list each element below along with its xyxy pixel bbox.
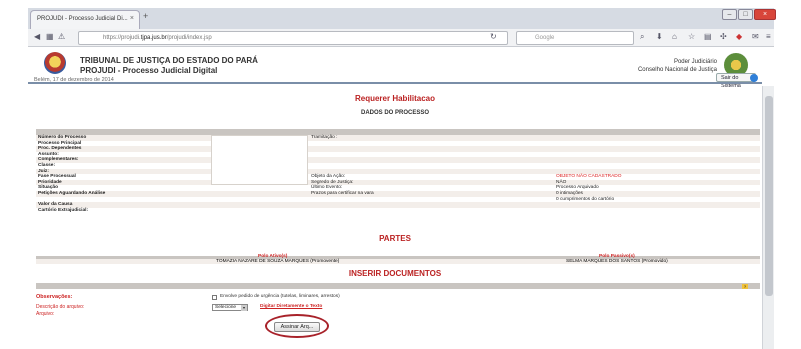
url-prefix: https://projudi. — [103, 35, 141, 41]
row-label: Complementares: — [38, 157, 79, 163]
minimize-button[interactable]: – — [722, 9, 737, 20]
search-input[interactable]: Google — [516, 31, 634, 45]
system-name: PROJUDI - Processo Judicial Digital — [80, 66, 218, 75]
search-icon[interactable]: ⌕ — [640, 32, 644, 42]
urgencia-checkbox[interactable] — [212, 295, 217, 300]
polo-passivo-name: SELMA MARQUES DOS SANTOS (Promovido) — [566, 259, 668, 264]
lock-icon[interactable]: ⚠ — [58, 32, 65, 41]
select-value: Selecione — [215, 305, 237, 310]
table-row: Cartório Extrajudicial: — [36, 208, 760, 214]
menu-icon[interactable]: ≡ — [766, 32, 771, 41]
assinar-arquivo-button[interactable]: Assinar Arq... — [274, 322, 320, 332]
row-label: Processo Principal — [38, 140, 82, 146]
new-tab-button[interactable]: + — [143, 11, 148, 21]
identity-icon[interactable]: ▦ — [46, 32, 54, 41]
browser-tab[interactable]: PROJUDI - Processo Judicial Di... × — [30, 10, 140, 29]
process-info-box — [211, 135, 308, 185]
row-label: Número do Processo — [38, 135, 87, 140]
chevron-down-icon: ▾ — [241, 305, 247, 311]
row-value: 0 intimações — [556, 191, 583, 196]
back-icon[interactable]: ◀ — [34, 32, 40, 41]
row-label: Valor da Causa — [38, 202, 73, 208]
poder-judiciario-text: Poder Judiciário Conselho Nacional de Ju… — [638, 58, 717, 74]
url-domain: tjpa.jus.br — [140, 35, 167, 41]
url-path: /projudi/index.jsp — [166, 35, 212, 41]
row-value: Processo Arquivado — [556, 185, 599, 191]
row-mid-label: Objeto da Ação: — [311, 174, 346, 180]
reload-icon[interactable]: ↻ — [490, 32, 497, 41]
scrollbar-thumb[interactable] — [765, 96, 773, 296]
dados-processo-title: DADOS DO PROCESSO — [360, 110, 429, 116]
browser-navbar: ◀ ▦ ⚠ https://projudi.tjpa.jus.br/projud… — [28, 29, 774, 47]
site-header: TRIBUNAL DE JUSTIÇA DO ESTADO DO PARÁ PR… — [28, 47, 762, 89]
documentos-header-band — [36, 283, 760, 289]
descricao-select[interactable]: Selecione ▾ — [212, 304, 248, 311]
exit-system-button[interactable]: Sair do Sistema — [716, 73, 758, 89]
addon-icon[interactable]: ✣ — [720, 32, 727, 41]
clipboard-icon[interactable]: ▤ — [704, 32, 712, 41]
observacoes-label: Observações: — [36, 294, 73, 300]
exit-icon — [750, 74, 758, 82]
help-icon[interactable]: ? — [742, 284, 748, 289]
row-label: Juiz: — [38, 168, 49, 174]
descricao-label: Descrição do arquivo: — [36, 304, 85, 310]
tab-title: PROJUDI - Processo Judicial Di... — [37, 16, 128, 22]
row-value: OBJETO NÃO CADASTRADO — [556, 174, 622, 180]
row-label: Proc. Dependentes — [38, 146, 82, 152]
home-icon[interactable]: ⌂ — [672, 32, 677, 41]
extension-icon[interactable]: ◆ — [736, 32, 742, 41]
row-mid-label: Tramitação : — [311, 135, 338, 140]
poder-line-2: Conselho Nacional de Justiça — [637, 67, 717, 73]
download-icon[interactable]: ⬇ — [656, 32, 663, 41]
partes-title: PARTES — [379, 234, 411, 243]
row-label: Fase Processual — [38, 174, 76, 180]
search-placeholder: Google — [535, 35, 555, 41]
page-scrollbar[interactable] — [762, 86, 774, 349]
arquivo-label: Arquivo: — [36, 311, 55, 317]
close-window-button[interactable]: × — [754, 9, 776, 20]
sync-icon[interactable]: ✉ — [752, 32, 759, 41]
page-content: TRIBUNAL DE JUSTIÇA DO ESTADO DO PARÁ PR… — [28, 47, 774, 349]
page-title: Requerer Habilitacao — [354, 94, 436, 103]
close-tab-icon[interactable]: × — [130, 15, 134, 22]
row-value: 0 cumprimentos do cartório — [556, 196, 615, 202]
tjpa-logo — [44, 52, 66, 74]
inserir-documentos-title: INSERIR DOCUMENTOS — [348, 269, 442, 278]
partes-names-row: TOMAZIA NAZARE DE SOUZA MARQUES (Promove… — [36, 259, 760, 264]
polo-ativo-name: TOMAZIA NAZARE DE SOUZA MARQUES (Promove… — [216, 259, 340, 264]
bookmark-star-icon[interactable]: ☆ — [688, 32, 695, 41]
urgencia-label: Envolve pedido de urgência (tutelas, lim… — [220, 294, 340, 299]
url-bar[interactable]: https://projudi.tjpa.jus.br/projudi/inde… — [78, 31, 508, 45]
row-label: Classe: — [38, 163, 56, 168]
court-name: TRIBUNAL DE JUSTIÇA DO ESTADO DO PARÁ — [80, 56, 258, 65]
digitar-texto-link[interactable]: Digitar Diretamente o Texto — [260, 304, 322, 309]
browser-window: PROJUDI - Processo Judicial Di... × + – … — [0, 0, 801, 349]
row-mid-label: Último Evento: — [311, 185, 343, 191]
row-mid-label: Prazos para certificar na vara — [311, 191, 374, 196]
header-divider — [28, 82, 762, 84]
row-label: Situação — [38, 185, 58, 191]
row-label: Petições Aguardando Análise — [38, 191, 106, 196]
poder-line-1: Poder Judiciário — [673, 59, 717, 65]
maximize-button[interactable]: □ — [738, 9, 753, 20]
row-label: Cartório Extrajudicial: — [38, 207, 89, 213]
